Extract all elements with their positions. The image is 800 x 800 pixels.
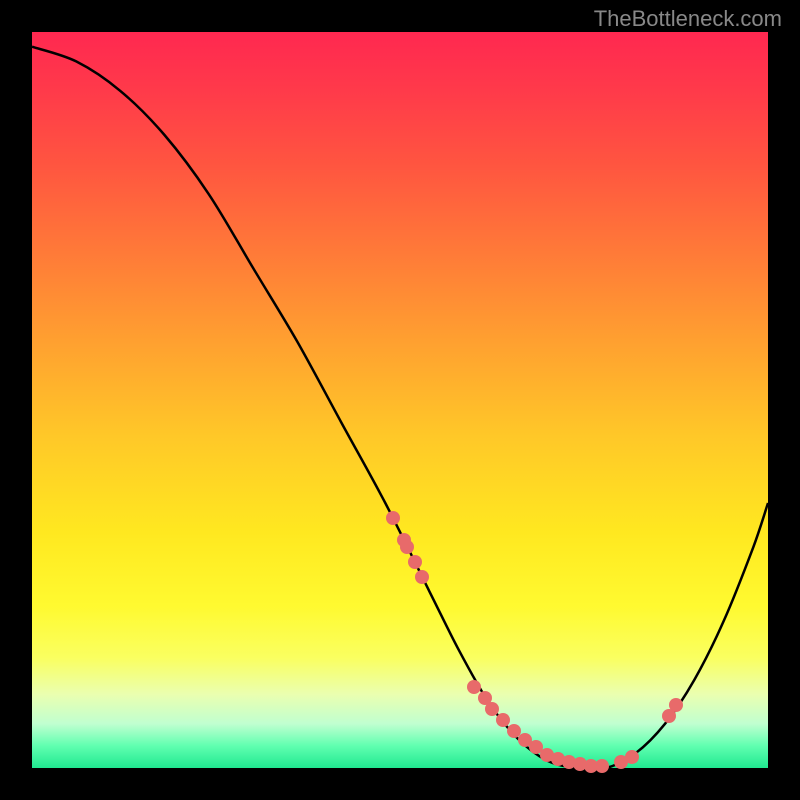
watermark-text: TheBottleneck.com: [594, 6, 782, 32]
chart-curve: [32, 32, 768, 768]
chart-marker-dot: [595, 759, 609, 773]
chart-marker-dot: [485, 702, 499, 716]
chart-marker-dot: [467, 680, 481, 694]
chart-marker-dot: [408, 555, 422, 569]
chart-marker-dot: [400, 540, 414, 554]
chart-marker-dot: [386, 511, 400, 525]
chart-marker-dot: [669, 698, 683, 712]
chart-marker-dot: [625, 750, 639, 764]
chart-marker-dot: [496, 713, 510, 727]
chart-marker-dot: [415, 570, 429, 584]
chart-plot-area: [32, 32, 768, 768]
